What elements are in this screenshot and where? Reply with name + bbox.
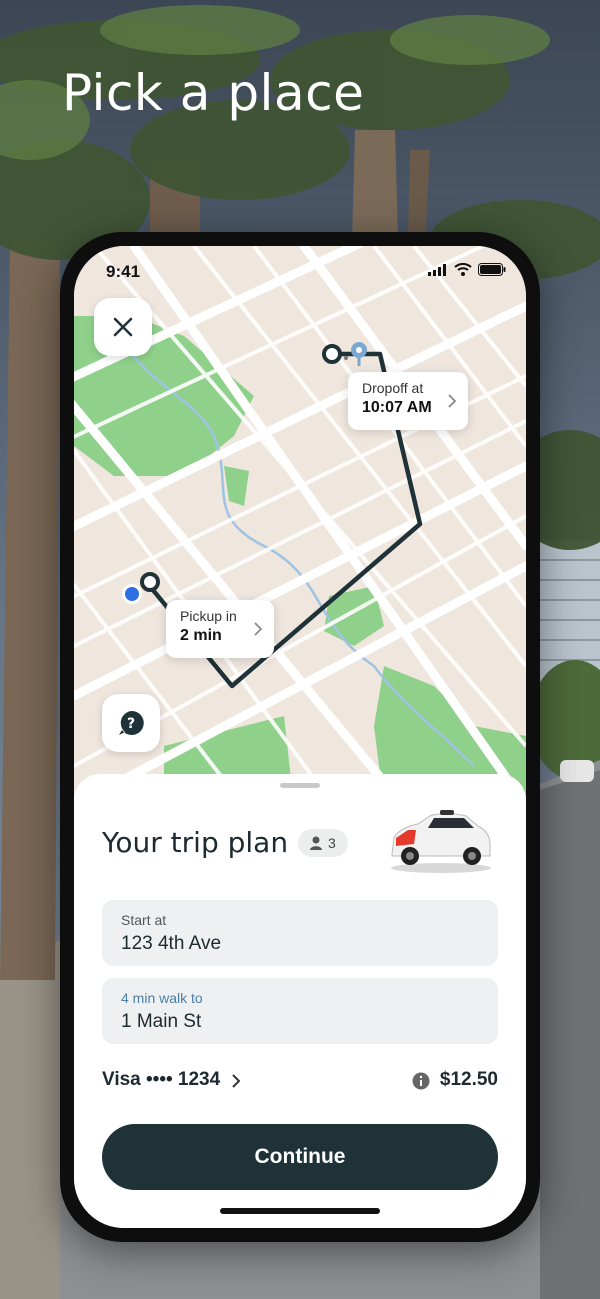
trip-plan-title: Your trip plan — [102, 826, 289, 859]
pickup-callout[interactable]: Pickup in 2 min — [166, 600, 274, 658]
status-time: 9:41 — [106, 262, 141, 281]
sheet-grabber[interactable] — [280, 783, 320, 788]
trip-plan-sheet: Your trip plan 3 Start at 123 4th Ave 4 … — [74, 774, 526, 1228]
cellular-signal-icon — [428, 263, 446, 276]
chevron-right-icon — [448, 394, 456, 408]
destination-field[interactable]: 4 min walk to 1 Main St — [102, 978, 498, 1044]
help-button[interactable]: ? — [102, 694, 160, 752]
start-location-field[interactable]: Start at 123 4th Ave — [102, 900, 498, 966]
dropoff-time: 10:07 AM — [362, 399, 432, 416]
status-bar: 9:41 — [74, 246, 526, 294]
pickup-eta: 2 min — [180, 627, 222, 644]
phone-screen: 9:41 Dropoff at 10:07 AM Pickup in 2 min… — [74, 246, 526, 1228]
pickup-pin — [140, 572, 160, 592]
dropoff-callout[interactable]: Dropoff at 10:07 AM — [348, 372, 468, 430]
passenger-count-button[interactable]: 3 — [298, 829, 348, 857]
destination-address: 1 Main St — [121, 1011, 202, 1032]
payment-row: Visa •••• 1234 $12.50 — [102, 1066, 498, 1096]
trip-price: $12.50 — [439, 1069, 498, 1090]
phone-frame: 9:41 Dropoff at 10:07 AM Pickup in 2 min… — [60, 232, 540, 1242]
chevron-right-icon — [254, 622, 262, 636]
close-button[interactable] — [94, 298, 152, 356]
info-icon[interactable] — [412, 1072, 430, 1090]
help-icon: ? — [119, 710, 144, 735]
start-address: 123 4th Ave — [121, 933, 222, 954]
passenger-count: 3 — [328, 835, 336, 851]
page-headline: Pick a place — [62, 64, 365, 122]
continue-button[interactable]: Continue — [102, 1124, 498, 1190]
dropoff-pin — [322, 344, 342, 364]
close-icon — [113, 317, 133, 337]
robotaxi-car-image — [391, 810, 491, 873]
chevron-right-icon[interactable] — [232, 1074, 240, 1088]
dropoff-label: Dropoff at — [362, 380, 424, 396]
payment-method[interactable]: Visa •••• 1234 — [102, 1069, 220, 1091]
svg-text:?: ? — [127, 716, 135, 732]
person-icon — [310, 836, 322, 850]
pickup-label: Pickup in — [180, 608, 237, 624]
home-indicator[interactable] — [220, 1208, 380, 1214]
wifi-icon — [454, 263, 472, 276]
battery-icon — [478, 263, 506, 276]
destination-label: 4 min walk to — [121, 990, 203, 1006]
start-label: Start at — [121, 912, 167, 928]
